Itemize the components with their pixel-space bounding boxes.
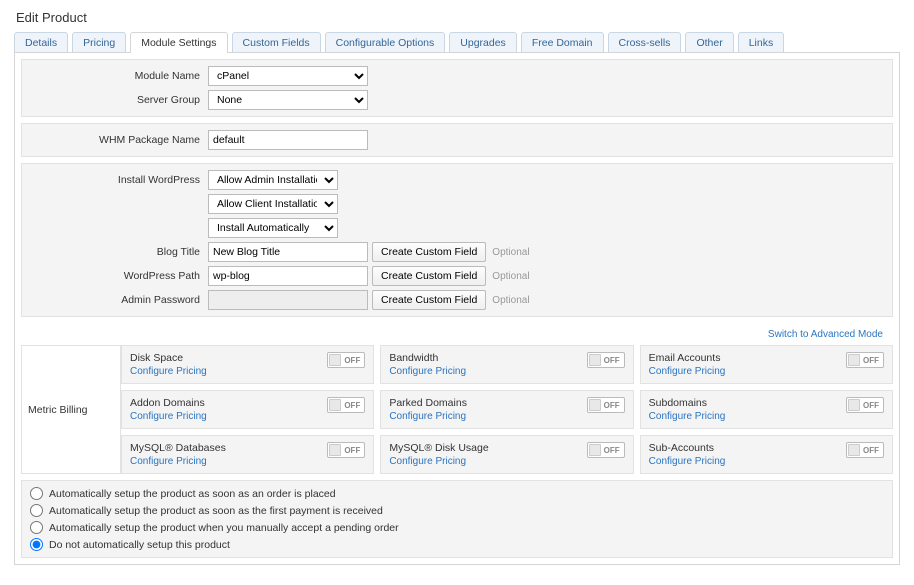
auto-setup-radio-0[interactable] (30, 487, 43, 500)
admin-pw-create-field-button[interactable]: Create Custom Field (372, 290, 486, 310)
tab-details[interactable]: Details (14, 32, 68, 53)
tab-cross-sells[interactable]: Cross-sells (608, 32, 682, 53)
tab-upgrades[interactable]: Upgrades (449, 32, 517, 53)
metric-card: Disk Space Configure Pricing OFF (121, 345, 374, 384)
blog-title-label: Blog Title (28, 246, 208, 258)
auto-setup-block: Automatically setup the product as soon … (21, 480, 893, 558)
install-wp-select-1[interactable]: Allow Admin Installation (208, 170, 338, 190)
metric-card: Parked Domains Configure Pricing OFF (380, 390, 633, 429)
tab-links[interactable]: Links (738, 32, 785, 53)
tabs: Details Pricing Module Settings Custom F… (14, 31, 900, 52)
metric-card: MySQL® Databases Configure Pricing OFF (121, 435, 374, 474)
auto-setup-radio-2[interactable] (30, 521, 43, 534)
metric-card: Addon Domains Configure Pricing OFF (121, 390, 374, 429)
metric-billing-label: Metric Billing (21, 345, 121, 474)
tab-custom-fields[interactable]: Custom Fields (232, 32, 321, 53)
configure-pricing-link[interactable]: Configure Pricing (389, 366, 466, 377)
metric-toggle[interactable]: OFF (327, 397, 365, 413)
admin-pw-optional: Optional (492, 295, 529, 306)
metric-name: Subdomains (649, 397, 726, 409)
wp-path-optional: Optional (492, 271, 529, 282)
module-name-label: Module Name (28, 70, 208, 82)
auto-setup-radio-1[interactable] (30, 504, 43, 517)
metric-name: Email Accounts (649, 352, 726, 364)
auto-setup-radio-3[interactable] (30, 538, 43, 551)
switch-advanced-link[interactable]: Switch to Advanced Mode (768, 329, 883, 340)
tab-pricing[interactable]: Pricing (72, 32, 126, 53)
server-group-select[interactable]: None (208, 90, 368, 110)
blog-title-optional: Optional (492, 247, 529, 258)
auto-setup-option-2[interactable]: Automatically setup the product when you… (30, 519, 884, 536)
metric-name: Bandwidth (389, 352, 466, 364)
metric-toggle[interactable]: OFF (587, 352, 625, 368)
metric-name: Disk Space (130, 352, 207, 364)
metric-name: Sub-Accounts (649, 442, 726, 454)
metric-card: Bandwidth Configure Pricing OFF (380, 345, 633, 384)
wp-path-input[interactable] (208, 266, 368, 286)
metric-card: Subdomains Configure Pricing OFF (640, 390, 893, 429)
metric-toggle[interactable]: OFF (327, 442, 365, 458)
module-settings-panel: Module Name cPanel Server Group None WHM… (14, 52, 900, 565)
auto-setup-label-0: Automatically setup the product as soon … (49, 488, 336, 500)
server-group-label: Server Group (28, 94, 208, 106)
metric-name: MySQL® Disk Usage (389, 442, 488, 454)
metric-toggle[interactable]: OFF (587, 397, 625, 413)
tab-other[interactable]: Other (685, 32, 733, 53)
configure-pricing-link[interactable]: Configure Pricing (389, 411, 467, 422)
tab-module-settings[interactable]: Module Settings (130, 32, 227, 53)
metric-name: MySQL® Databases (130, 442, 226, 454)
metric-toggle[interactable]: OFF (587, 442, 625, 458)
metric-toggle[interactable]: OFF (327, 352, 365, 368)
auto-setup-label-1: Automatically setup the product as soon … (49, 505, 383, 517)
module-name-select[interactable]: cPanel (208, 66, 368, 86)
auto-setup-label-2: Automatically setup the product when you… (49, 522, 399, 534)
whm-package-input[interactable] (208, 130, 368, 150)
admin-pw-input[interactable] (208, 290, 368, 310)
blog-title-create-field-button[interactable]: Create Custom Field (372, 242, 486, 262)
configure-pricing-link[interactable]: Configure Pricing (649, 456, 726, 467)
wp-path-create-field-button[interactable]: Create Custom Field (372, 266, 486, 286)
metric-toggle[interactable]: OFF (846, 397, 884, 413)
metric-card: Email Accounts Configure Pricing OFF (640, 345, 893, 384)
page-title: Edit Product (16, 10, 900, 25)
auto-setup-option-3[interactable]: Do not automatically setup this product (30, 536, 884, 553)
metric-name: Parked Domains (389, 397, 467, 409)
tab-free-domain[interactable]: Free Domain (521, 32, 604, 53)
blog-title-input[interactable] (208, 242, 368, 262)
metric-toggle[interactable]: OFF (846, 352, 884, 368)
admin-pw-label: Admin Password (28, 294, 208, 306)
tab-configurable-options[interactable]: Configurable Options (325, 32, 446, 53)
metric-toggle[interactable]: OFF (846, 442, 884, 458)
auto-setup-label-3: Do not automatically setup this product (49, 539, 230, 551)
configure-pricing-link[interactable]: Configure Pricing (649, 366, 726, 377)
configure-pricing-link[interactable]: Configure Pricing (649, 411, 726, 422)
install-wp-select-3[interactable]: Install Automatically (208, 218, 338, 238)
configure-pricing-link[interactable]: Configure Pricing (130, 411, 207, 422)
whm-package-label: WHM Package Name (28, 134, 208, 146)
wordpress-block: Install WordPress Allow Admin Installati… (21, 163, 893, 317)
auto-setup-option-1[interactable]: Automatically setup the product as soon … (30, 502, 884, 519)
wp-path-label: WordPress Path (28, 270, 208, 282)
install-wp-select-2[interactable]: Allow Client Installation (208, 194, 338, 214)
install-wp-label: Install WordPress (28, 174, 208, 186)
auto-setup-option-0[interactable]: Automatically setup the product as soon … (30, 485, 884, 502)
metric-name: Addon Domains (130, 397, 207, 409)
metric-card: Sub-Accounts Configure Pricing OFF (640, 435, 893, 474)
configure-pricing-link[interactable]: Configure Pricing (130, 366, 207, 377)
module-block: Module Name cPanel Server Group None (21, 59, 893, 117)
metric-card: MySQL® Disk Usage Configure Pricing OFF (380, 435, 633, 474)
configure-pricing-link[interactable]: Configure Pricing (130, 456, 226, 467)
whm-block: WHM Package Name (21, 123, 893, 157)
metric-billing-wrap: Switch to Advanced Mode Metric Billing D… (21, 323, 893, 474)
configure-pricing-link[interactable]: Configure Pricing (389, 456, 488, 467)
